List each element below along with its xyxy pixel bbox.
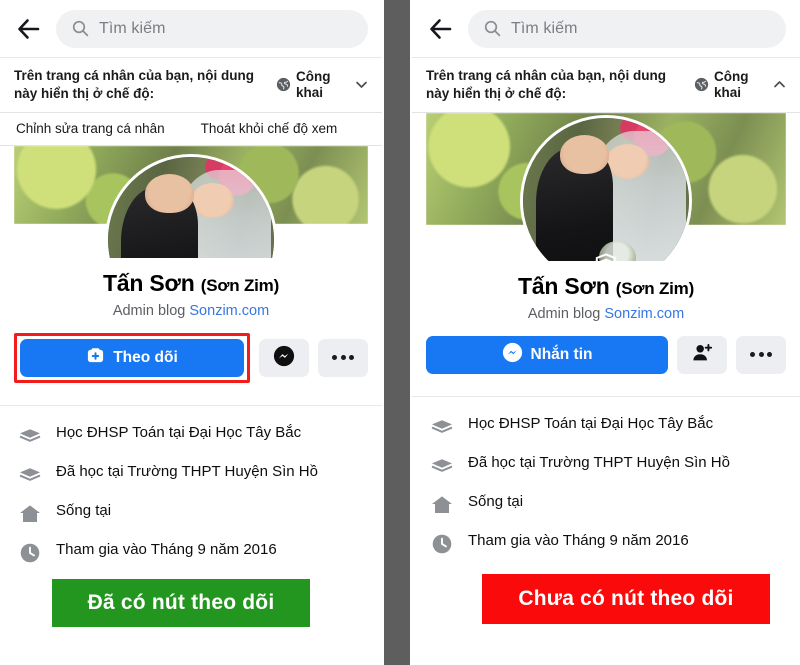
info-row[interactable]: Sống tại (0, 494, 382, 533)
avatar[interactable] (105, 153, 277, 258)
info-row[interactable]: Học ĐHSP Toán tại Đại Học Tây Bắc (412, 407, 800, 446)
privacy-value-label: Công khai (296, 68, 331, 100)
info-row[interactable]: Đã học tại Trường THPT Huyện Sìn Hồ (412, 446, 800, 485)
right-callout-badge: Chưa có nút theo dõi (482, 574, 770, 624)
left-topbar: Tìm kiếm (0, 0, 382, 58)
profile-alias: (Sơn Zim) (200, 275, 280, 295)
profile-bio: Admin blog Sonzim.com (0, 303, 382, 319)
search-icon (72, 20, 89, 37)
privacy-value[interactable]: Công khai (694, 69, 788, 101)
globe-icon (276, 77, 291, 92)
right-info-list: Học ĐHSP Toán tại Đại Học Tây Bắc Đã học… (412, 395, 800, 563)
avatar[interactable] (520, 114, 692, 261)
left-callout-badge: Đã có nút theo dõi (52, 579, 310, 627)
info-row[interactable]: Sống tại (412, 485, 800, 524)
graduation-cap-icon (18, 463, 42, 487)
right-cover-area (412, 112, 800, 261)
follow-plus-icon (86, 346, 105, 370)
profile-name-main: Tấn Sơn (517, 272, 610, 299)
right-topbar: Tìm kiếm (412, 0, 800, 58)
chevron-up-icon[interactable] (771, 76, 788, 93)
more-options-button[interactable] (318, 338, 368, 377)
privacy-notice-text: Trên trang cá nhân của bạn, nội dung này… (14, 68, 255, 101)
edit-profile-button[interactable]: Chỉnh sửa trang cá nhân (16, 121, 165, 136)
comparison-stage: Tìm kiếm Trên trang cá nhân của bạn, nội… (0, 0, 800, 665)
info-text: Học ĐHSP Toán tại Đại Học Tây Bắc (56, 423, 302, 441)
search-placeholder: Tìm kiếm (511, 19, 578, 37)
more-dots-icon (750, 352, 772, 358)
message-button[interactable]: Nhắn tin (426, 335, 668, 374)
info-text: Học ĐHSP Toán tại Đại Học Tây Bắc (468, 414, 714, 432)
graduation-cap-icon (18, 424, 42, 448)
info-text: Sống tại (56, 501, 112, 519)
add-friend-icon (691, 342, 713, 367)
messenger-icon (273, 345, 295, 370)
search-input[interactable]: Tìm kiếm (468, 9, 786, 48)
message-button-label: Nhắn tin (530, 345, 593, 363)
left-info-list: Học ĐHSP Toán tại Đại Học Tây Bắc Đã học… (0, 404, 382, 572)
messenger-icon (502, 342, 523, 368)
privacy-value-label: Công khai (714, 68, 749, 100)
left-screenshot-panel: Tìm kiếm Trên trang cá nhân của bạn, nội… (0, 0, 382, 665)
home-icon (430, 493, 454, 517)
search-icon (484, 20, 501, 37)
graduation-cap-icon (430, 415, 454, 439)
panel-divider (382, 0, 412, 665)
shield-icon (593, 252, 619, 261)
follow-button[interactable]: Theo dõi (20, 338, 244, 377)
add-friend-button[interactable] (677, 335, 727, 374)
info-row[interactable]: Tham gia vào Tháng 9 năm 2016 (0, 533, 382, 572)
messenger-button[interactable] (259, 338, 309, 377)
profile-bio-link[interactable]: Sonzim.com (189, 303, 269, 319)
profile-bio-text: Admin blog (112, 302, 190, 319)
follow-button-label: Theo dõi (113, 348, 178, 366)
privacy-notice-text: Trên trang cá nhân của bạn, nội dung này… (426, 68, 667, 101)
chevron-down-icon[interactable] (353, 76, 370, 93)
privacy-value[interactable]: Công khai (276, 69, 370, 101)
profile-name: Tấn Sơn (Sơn Zim) (412, 273, 800, 300)
more-dots-icon (332, 355, 354, 361)
profile-view-tools: Chỉnh sửa trang cá nhân Thoát khỏi chế đ… (0, 113, 382, 146)
info-row[interactable]: Học ĐHSP Toán tại Đại Học Tây Bắc (0, 416, 382, 455)
info-row[interactable]: Tham gia vào Tháng 9 năm 2016 (412, 524, 800, 563)
profile-name-main: Tấn Sơn (102, 269, 195, 296)
profile-bio-text: Admin blog (527, 305, 605, 322)
info-row[interactable]: Đã học tại Trường THPT Huyện Sìn Hồ (0, 455, 382, 494)
globe-icon (694, 77, 709, 92)
right-name-block: Tấn Sơn (Sơn Zim) Admin blog Sonzim.com (412, 261, 800, 322)
back-arrow-icon[interactable] (16, 16, 42, 42)
left-cover-area (0, 145, 382, 258)
clock-icon (18, 541, 42, 565)
search-placeholder: Tìm kiếm (99, 19, 166, 37)
right-privacy-row[interactable]: Trên trang cá nhân của bạn, nội dung này… (412, 58, 800, 113)
back-arrow-icon[interactable] (428, 16, 454, 42)
right-action-bar: Nhắn tin (412, 322, 800, 374)
profile-alias: (Sơn Zim) (615, 278, 695, 298)
home-icon (18, 502, 42, 526)
info-text: Sống tại (468, 492, 524, 510)
profile-name: Tấn Sơn (Sơn Zim) (0, 270, 382, 297)
right-screenshot-panel: Tìm kiếm Trên trang cá nhân của bạn, nội… (412, 0, 800, 665)
info-text: Đã học tại Trường THPT Huyện Sìn Hồ (56, 462, 318, 480)
profile-bio: Admin blog Sonzim.com (412, 306, 800, 322)
left-name-block: Tấn Sơn (Sơn Zim) Admin blog Sonzim.com (0, 258, 382, 319)
clock-icon (430, 532, 454, 556)
exit-view-mode-button[interactable]: Thoát khỏi chế độ xem (201, 121, 338, 136)
left-action-bar: Theo dõi (0, 319, 382, 383)
info-text: Tham gia vào Tháng 9 năm 2016 (468, 531, 689, 549)
left-privacy-row[interactable]: Trên trang cá nhân của bạn, nội dung này… (0, 58, 382, 113)
profile-bio-link[interactable]: Sonzim.com (604, 306, 684, 322)
follow-button-highlight: Theo dõi (14, 332, 250, 383)
info-text: Đã học tại Trường THPT Huyện Sìn Hồ (468, 453, 730, 471)
search-input[interactable]: Tìm kiếm (56, 9, 368, 48)
info-text: Tham gia vào Tháng 9 năm 2016 (56, 540, 277, 558)
more-options-button[interactable] (736, 335, 786, 374)
graduation-cap-icon (430, 454, 454, 478)
